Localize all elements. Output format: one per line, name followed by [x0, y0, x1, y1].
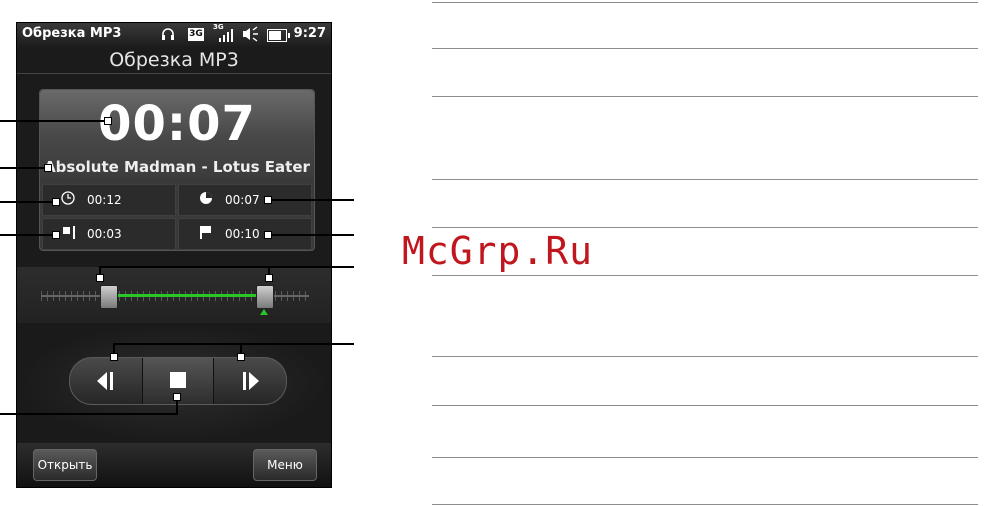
track-name: Absolute Madman - Lotus Eater	[44, 158, 310, 176]
table-line	[432, 96, 978, 97]
callout-end-dot	[264, 231, 272, 239]
total-time: 00:12	[87, 193, 122, 207]
end-flag-icon	[199, 225, 213, 243]
clock-icon	[61, 191, 75, 209]
start-mark: 00:03	[87, 227, 122, 241]
callout-start-line	[0, 234, 56, 236]
table-line	[432, 356, 978, 357]
softkey-bar: Открыть Меню	[17, 443, 331, 487]
selected-range-fill	[108, 294, 265, 297]
table-line	[432, 179, 978, 180]
pie-clock-icon	[199, 191, 213, 209]
callout-handle-start-dot	[96, 274, 104, 282]
callout-stop-line	[0, 413, 178, 415]
battery-level	[269, 31, 281, 40]
table-line	[432, 2, 978, 3]
callout-handles-line	[100, 266, 354, 268]
jump-end-icon	[243, 372, 259, 390]
title-divider	[17, 73, 331, 74]
jump-start-icon	[97, 372, 113, 390]
app-title: Обрезка MP3	[109, 49, 239, 71]
table-line	[432, 227, 978, 228]
callout-start-dot	[52, 231, 60, 239]
callout-remaining-dot	[264, 196, 272, 204]
playback-controls	[17, 323, 331, 443]
watermark: McGrp.Ru	[402, 229, 594, 273]
playhead-marker	[260, 309, 269, 315]
callout-stop-dot	[173, 393, 181, 401]
start-flag-icon	[61, 225, 77, 243]
remaining-time: 00:07	[225, 193, 260, 207]
start-mark-cell[interactable]: 00:03	[42, 218, 176, 250]
callout-jump-line	[114, 343, 354, 345]
time-display-top: 00:07 Absolute Madman - Lotus Eater	[40, 90, 314, 178]
table-line	[432, 48, 978, 49]
trim-slider-area[interactable]	[17, 267, 331, 323]
callout-handle-end-dot	[265, 274, 273, 282]
total-time-cell: 00:12	[42, 184, 176, 216]
table-line	[432, 457, 978, 458]
end-mark: 00:10	[225, 227, 260, 241]
open-softkey[interactable]: Открыть	[33, 449, 97, 481]
callout-end-line	[268, 234, 354, 236]
battery-icon	[267, 29, 290, 42]
signal-icon: 3G	[213, 23, 237, 43]
callout-track-dot	[44, 164, 52, 172]
3g-icon: 3G	[188, 28, 204, 41]
callout-total-dot	[52, 198, 60, 206]
table-line	[432, 504, 978, 505]
callout-total-line	[0, 201, 56, 203]
speaker-icon	[242, 26, 260, 44]
jump-to-end-button[interactable]	[214, 358, 286, 404]
jump-to-start-button[interactable]	[70, 358, 142, 404]
time-display-panel: 00:07 Absolute Madman - Lotus Eater 00:1…	[39, 89, 315, 251]
callout-jump-end-dot	[237, 353, 245, 361]
callout-track-line	[0, 167, 48, 169]
phone-screen: Обрезка MP3 3G 3G 9:27 Обрезка MP3 00:07…	[16, 22, 332, 488]
status-bar[interactable]: Обрезка MP3 3G 3G 9:27	[17, 23, 331, 47]
status-time: 9:27	[293, 26, 326, 41]
end-handle[interactable]	[256, 285, 275, 309]
callout-elapsed-line	[0, 120, 108, 122]
table-line	[432, 405, 978, 406]
stop-icon	[170, 372, 186, 388]
menu-softkey[interactable]: Меню	[253, 449, 317, 481]
headphones-icon	[159, 26, 177, 44]
callout-elapsed-dot	[104, 117, 112, 125]
callout-remaining-line	[268, 199, 354, 201]
table-line	[432, 275, 978, 276]
elapsed-time: 00:07	[98, 96, 256, 152]
start-handle[interactable]	[100, 285, 118, 309]
status-title: Обрезка MP3	[22, 26, 122, 41]
callout-jump-start-dot	[110, 353, 118, 361]
